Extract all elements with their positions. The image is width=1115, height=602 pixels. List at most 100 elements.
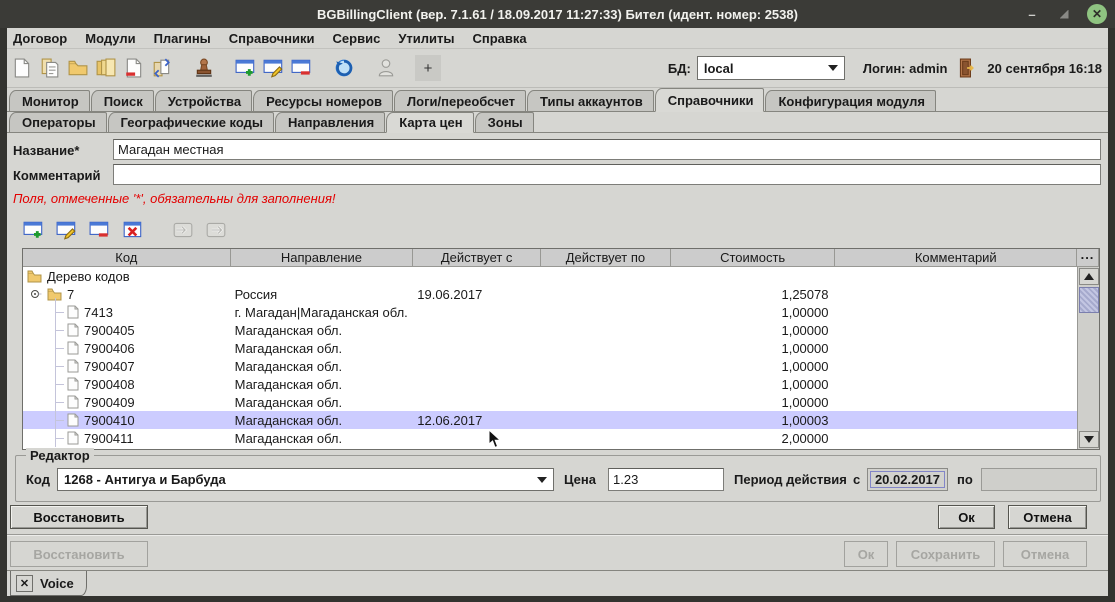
chevron-down-icon [828, 65, 838, 71]
scroll-down-button[interactable] [1079, 431, 1099, 448]
datetime-label: 20 сентября 16:18 [987, 61, 1102, 76]
editor-date-from-field[interactable]: 20.02.2017 [867, 468, 948, 491]
close-button[interactable]: ✕ [1087, 4, 1107, 24]
new-document-button[interactable] [9, 55, 35, 81]
tab-poisk[interactable]: Поиск [91, 90, 154, 111]
refresh-icon [334, 58, 354, 78]
menu-dogovor[interactable]: Договор [7, 28, 76, 48]
menu-spravka[interactable]: Справка [463, 28, 535, 48]
file-icon [67, 341, 79, 355]
tab-resursy-nomerov[interactable]: Ресурсы номеров [253, 90, 393, 111]
column-header-valid-from[interactable]: Действует с [413, 249, 541, 267]
add-row-button[interactable] [21, 219, 47, 241]
column-header-cost[interactable]: Стоимость [671, 249, 836, 267]
table-row[interactable]: 7900411 Магаданская обл. 2,00000 [23, 429, 1077, 447]
remove-window-button[interactable] [289, 55, 315, 81]
ok-button-disabled: Ок [844, 541, 888, 567]
remove-row-button[interactable] [87, 219, 113, 241]
tab-operatory[interactable]: Операторы [9, 112, 107, 132]
editor-cancel-button[interactable]: Отмена [1008, 505, 1087, 529]
menu-servis[interactable]: Сервис [324, 28, 390, 48]
table-row[interactable]: 7 Россия 19.06.2017 1,25078 [23, 285, 1077, 303]
move-in-icon [172, 221, 194, 239]
editor-restore-button[interactable]: Восстановить [10, 505, 148, 529]
table-row[interactable]: 7900407 Магаданская обл. 1,00000 [23, 357, 1077, 375]
move-out-button[interactable] [203, 219, 229, 241]
move-out-icon [205, 221, 227, 239]
editor-code-select[interactable]: 1268 - Антигуа и Барбуда [57, 468, 554, 491]
delete-x-button[interactable] [120, 219, 146, 241]
add-window-icon [235, 58, 257, 78]
column-header-code[interactable]: Код [23, 249, 231, 267]
db-select[interactable]: local [697, 56, 845, 80]
stamp-button[interactable] [191, 55, 217, 81]
table-row-selected[interactable]: 7900410 Магаданская обл. 12.06.2017 1,00… [23, 411, 1077, 429]
table-row[interactable]: Дерево кодов [23, 267, 1077, 285]
save-button-disabled: Сохранить [896, 541, 995, 567]
vertical-scrollbar[interactable] [1077, 267, 1099, 449]
name-input[interactable] [113, 139, 1101, 160]
editor-date-to-field[interactable] [981, 468, 1097, 491]
add-window-icon [23, 220, 45, 240]
tab-spravochniki[interactable]: Справочники [655, 88, 765, 112]
documents-stack-icon [96, 58, 116, 78]
codes-tree-table: Код Направление Действует с Действует по… [22, 248, 1100, 450]
table-row[interactable]: 7900405 Магаданская обл. 1,00000 [23, 321, 1077, 339]
documents-stack-button[interactable] [93, 55, 119, 81]
scroll-up-button[interactable] [1079, 268, 1099, 285]
edit-row-button[interactable] [54, 219, 80, 241]
move-in-button[interactable] [170, 219, 196, 241]
menu-plaginy[interactable]: Плагины [145, 28, 220, 48]
table-row[interactable]: 7413 г. Магадан|Магаданская обл. 1,00000 [23, 303, 1077, 321]
add-tab-button[interactable]: + [415, 55, 441, 81]
edit-window-icon [263, 58, 285, 78]
menu-spravochniki[interactable]: Справочники [220, 28, 324, 48]
open-folder-button[interactable] [65, 55, 91, 81]
column-header-comment[interactable]: Комментарий [835, 249, 1077, 267]
comment-input[interactable] [113, 164, 1101, 185]
tab-geograficheskie-kody[interactable]: Географические коды [108, 112, 274, 132]
module-tab-bar: ✕ Voice [7, 570, 1108, 596]
tab-zony[interactable]: Зоны [475, 112, 534, 132]
table-row[interactable]: 7900409 Магаданская обл. 1,00000 [23, 393, 1077, 411]
refresh-button[interactable] [331, 55, 357, 81]
table-row[interactable]: 7900408 Магаданская обл. 1,00000 [23, 375, 1077, 393]
menu-moduli[interactable]: Модули [76, 28, 144, 48]
maximize-button[interactable] [1055, 5, 1073, 23]
tab-logi-pereobschet[interactable]: Логи/переобсчет [394, 90, 526, 111]
mouse-cursor [488, 429, 502, 449]
edit-window-button[interactable] [261, 55, 287, 81]
comment-label: Комментарий [13, 168, 101, 183]
tab-ustroystva[interactable]: Устройства [155, 90, 252, 111]
user-button[interactable] [373, 55, 399, 81]
editor-ok-button[interactable]: Ок [938, 505, 995, 529]
exit-door-icon[interactable] [957, 58, 975, 78]
column-header-valid-to[interactable]: Действует по [541, 249, 671, 267]
tab-karta-cen[interactable]: Карта цен [386, 112, 473, 133]
close-tab-button[interactable]: ✕ [16, 575, 33, 592]
remove-document-button[interactable] [121, 55, 147, 81]
folder-icon [27, 270, 42, 283]
editor-price-input[interactable] [608, 468, 724, 491]
scrollbar-thumb[interactable] [1079, 287, 1099, 313]
tree-expand-handle[interactable] [30, 288, 42, 300]
transfer-documents-button[interactable] [149, 55, 175, 81]
column-header-direction[interactable]: Направление [231, 249, 414, 267]
panel-divider [7, 534, 1108, 535]
tab-konfiguraciya-modulya[interactable]: Конфигурация модуля [765, 90, 935, 111]
tab-voice[interactable]: ✕ Voice [10, 571, 87, 596]
new-document-icon [13, 58, 31, 78]
tab-napravleniya[interactable]: Направления [275, 112, 385, 132]
minimize-button[interactable]: – [1023, 5, 1041, 23]
table-row[interactable]: 7900406 Магаданская обл. 1,00000 [23, 339, 1077, 357]
editor-group: Редактор Код 1268 - Антигуа и Барбуда Це… [15, 455, 1101, 502]
menu-utility[interactable]: Утилиты [389, 28, 463, 48]
copy-document-button[interactable] [37, 55, 63, 81]
tab-monitor[interactable]: Монитор [9, 90, 90, 111]
tab-tipy-akkauntov[interactable]: Типы аккаунтов [527, 90, 654, 111]
add-window-button[interactable] [233, 55, 259, 81]
file-icon [67, 395, 79, 409]
editor-code-label: Код [26, 472, 50, 487]
column-options-button[interactable]: ... [1077, 249, 1099, 267]
remove-window-icon [291, 58, 313, 78]
